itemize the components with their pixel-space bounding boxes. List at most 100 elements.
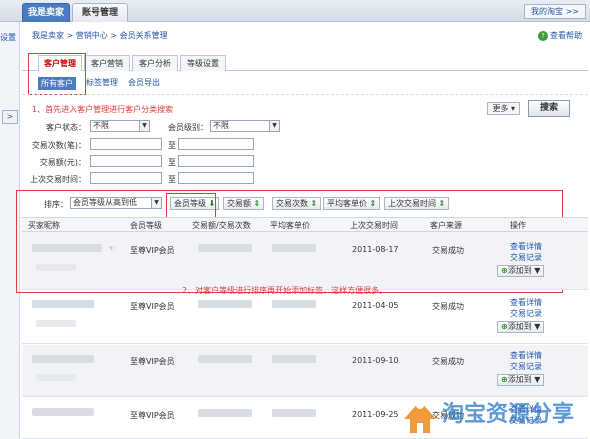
table-row — [22, 232, 588, 290]
sort-avg-button[interactable]: 平均客单价 ⇕ — [323, 197, 381, 210]
status-label: 客户状态： — [46, 123, 86, 132]
subtab-member-export[interactable]: 会员导出 — [128, 77, 160, 88]
last-trade-label: 上次交易时间： — [30, 175, 86, 184]
blurred-info — [36, 374, 76, 381]
row-level: 至尊VIP会员 — [130, 302, 175, 311]
level-label: 会员级别： — [168, 123, 208, 132]
help-icon: ? — [538, 31, 548, 41]
count-to: 至 — [168, 141, 176, 150]
status-select[interactable]: 不限 ▼ — [90, 120, 150, 132]
sort-arrow-icon: ⇕ — [369, 199, 377, 208]
chevron-down-icon: ▼ — [269, 121, 279, 131]
tab-customer-analysis[interactable]: 客户分析 — [132, 55, 178, 71]
row-source: 交易成功 — [432, 302, 464, 311]
level-value: 不限 — [213, 121, 229, 130]
sort-arrow-icon: ⇕ — [253, 199, 261, 208]
count-label: 交易次数(笔)： — [31, 141, 86, 150]
tab-seller[interactable]: 我是卖家 — [22, 3, 70, 22]
th-actions: 操作 — [510, 221, 526, 230]
breadcrumb[interactable]: 我是卖家 > 营销中心 > 会员关系管理 — [32, 30, 168, 41]
row-level: 至尊VIP会员 — [130, 246, 175, 255]
chevron-down-icon: ▼ — [151, 198, 161, 208]
tab-customer-marketing[interactable]: 客户营销 — [84, 55, 130, 71]
blurred-nickname — [32, 408, 94, 416]
row-level: 至尊VIP会员 — [130, 411, 175, 420]
plus-icon: ⊕ — [501, 266, 508, 275]
last-trade-end-input[interactable] — [178, 172, 254, 184]
count-min-input[interactable] — [90, 138, 162, 150]
trade-record-link[interactable]: 交易记录 — [510, 308, 542, 319]
help-link[interactable]: ? 查看帮助 — [538, 30, 582, 41]
blurred-amount — [198, 409, 252, 417]
view-detail-link[interactable]: 查看详情 — [510, 350, 542, 361]
row-source: 交易成功 — [432, 246, 464, 255]
last-trade-start-input[interactable] — [90, 172, 162, 184]
blurred-amount — [198, 244, 252, 252]
blurred-avg — [272, 244, 316, 252]
sort-arrow-icon: ⇕ — [438, 199, 446, 208]
my-taobao-link[interactable]: 我的淘宝 >> — [524, 4, 586, 19]
row-level: 至尊VIP会员 — [130, 357, 175, 366]
amount-to: 至 — [168, 158, 176, 167]
th-amount[interactable]: 交易额/交易次数 — [192, 220, 251, 231]
row-date: 2011-08-17 — [352, 245, 399, 254]
plus-icon: ⊕ — [501, 322, 508, 331]
sort-count-button[interactable]: 交易次数 ⇕ — [272, 197, 322, 210]
sort-arrow-icon: ⇕ — [310, 199, 318, 208]
sort-count-label: 交易次数 — [276, 199, 308, 208]
add-to-button[interactable]: ⊕添加到 ▼ — [497, 265, 545, 277]
trade-record-link[interactable]: 交易记录 — [510, 252, 542, 263]
blurred-avg — [272, 355, 316, 363]
blurred-nickname — [32, 355, 94, 363]
tab-level-settings[interactable]: 等级设置 — [180, 55, 226, 71]
search-button[interactable]: 搜索 — [528, 100, 570, 117]
subtab-all-customers[interactable]: 所有客户 — [38, 77, 76, 90]
blurred-info — [36, 320, 76, 327]
status-value: 不限 — [93, 121, 109, 130]
trade-record-link[interactable]: 交易记录 — [510, 361, 542, 372]
blurred-avg — [272, 300, 316, 308]
add-to-label: 添加到 — [507, 322, 532, 331]
th-last-trade[interactable]: 上次交易时间 — [350, 220, 398, 231]
blurred-amount — [198, 300, 252, 308]
th-level[interactable]: 会员等级 — [130, 220, 162, 231]
row-date: 2011-09-10 — [352, 356, 399, 365]
add-to-button[interactable]: ⊕添加到 ▼ — [497, 321, 545, 333]
watermark-text: 淘宝资源分享 — [442, 401, 574, 427]
sort-amount-label: 交易额 — [227, 199, 251, 208]
sort-avg-label: 平均客单价 — [327, 199, 367, 208]
th-nickname[interactable]: 买家昵称 — [28, 220, 60, 231]
cursor-icon: ☜ — [108, 244, 116, 253]
count-max-input[interactable] — [178, 138, 254, 150]
row-source: 交易成功 — [432, 357, 464, 366]
row-date: 2011-04-05 — [352, 301, 399, 310]
blurred-nickname — [32, 300, 94, 308]
level-select[interactable]: 不限 ▼ — [210, 120, 280, 132]
tab-account[interactable]: 账号管理 — [72, 3, 128, 22]
sort-select[interactable]: 会员等级从高到低 ▼ — [70, 197, 162, 209]
chevron-down-icon: ▼ — [139, 121, 149, 131]
amount-min-input[interactable] — [90, 155, 162, 167]
more-label: 更多 — [492, 104, 509, 113]
th-source[interactable]: 客户来源 — [430, 220, 462, 231]
th-avg[interactable]: 平均客单价 — [270, 220, 310, 231]
sort-amount-button[interactable]: 交易额 ⇕ — [223, 197, 265, 210]
blurred-nickname — [32, 244, 102, 252]
blurred-avg — [272, 409, 316, 417]
add-to-label: 添加到 — [507, 266, 532, 275]
amount-label: 交易额(元)： — [39, 158, 86, 167]
last-trade-to: 至 — [168, 175, 176, 184]
left-settings-label[interactable]: 设置 — [0, 32, 16, 43]
sort-last-trade-label: 上次交易时间 — [388, 199, 436, 208]
watermark-logo: 淘宝资源分享 — [404, 401, 574, 433]
view-detail-link[interactable]: 查看详情 — [510, 241, 542, 252]
sort-last-trade-button[interactable]: 上次交易时间 ⇕ — [384, 197, 450, 210]
sort-value: 会员等级从高到低 — [73, 198, 137, 207]
more-button[interactable]: 更多 ▾ — [487, 102, 520, 115]
amount-max-input[interactable] — [178, 155, 254, 167]
view-detail-link[interactable]: 查看详情 — [510, 297, 542, 308]
blurred-info — [36, 264, 76, 271]
blurred-amount — [198, 355, 252, 363]
subtab-tag-management[interactable]: 标签管理 — [86, 77, 118, 88]
expand-arrow-icon[interactable]: > — [2, 110, 18, 124]
